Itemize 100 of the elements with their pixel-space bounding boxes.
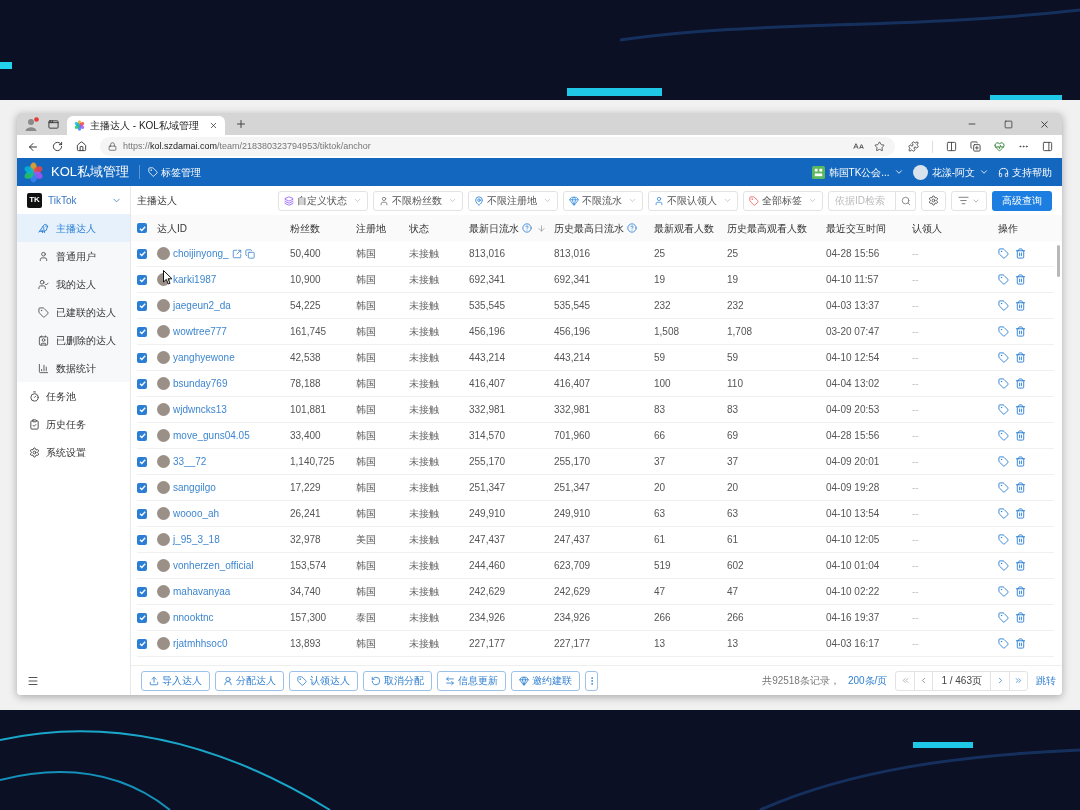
- sidebar-item[interactable]: 已建联的达人: [17, 298, 130, 326]
- close-icon[interactable]: [1038, 118, 1050, 130]
- page-size-selector[interactable]: 200条/页: [847, 673, 888, 688]
- username-link[interactable]: choijinyong_: [173, 246, 229, 261]
- checkbox[interactable]: [137, 300, 147, 311]
- sort-arrow-icon[interactable]: [537, 223, 546, 233]
- nav-link[interactable]: 标签管理: [148, 164, 201, 180]
- trash-icon[interactable]: [1015, 352, 1026, 363]
- profile-icon[interactable]: [25, 117, 39, 131]
- star-icon[interactable]: [874, 141, 885, 152]
- advanced-search-button[interactable]: 高级查询: [992, 190, 1052, 211]
- checkbox[interactable]: [137, 248, 147, 259]
- user-menu[interactable]: 花漾-阿文: [912, 164, 989, 180]
- checkbox[interactable]: [137, 534, 147, 545]
- action-button[interactable]: 认领达人: [289, 670, 358, 691]
- help-icon[interactable]: [627, 223, 637, 233]
- checkbox[interactable]: [137, 586, 147, 597]
- scrollbar-thumb[interactable]: [1056, 245, 1060, 277]
- heart-pulse-icon[interactable]: [994, 141, 1005, 152]
- checkbox[interactable]: [137, 352, 147, 363]
- refresh-icon[interactable]: [52, 141, 63, 152]
- tag-icon[interactable]: [998, 248, 1009, 259]
- maximize-icon[interactable]: [1003, 119, 1013, 129]
- trash-icon[interactable]: [1015, 430, 1026, 441]
- action-button[interactable]: 邀约建联: [511, 670, 580, 691]
- username-link[interactable]: yanghyewone: [173, 350, 235, 365]
- sidebar-item[interactable]: 我的达人: [17, 270, 130, 298]
- tag-icon[interactable]: [998, 560, 1009, 571]
- username-link[interactable]: woooo_ah: [173, 506, 220, 521]
- tag-icon[interactable]: [998, 534, 1009, 545]
- trash-icon[interactable]: [1015, 560, 1026, 571]
- sidebar-item[interactable]: 系统设置: [17, 438, 130, 466]
- username-link[interactable]: mahavanyaa: [173, 584, 231, 599]
- checkbox[interactable]: [137, 482, 147, 493]
- tag-icon[interactable]: [998, 456, 1009, 467]
- search-button[interactable]: [896, 190, 916, 211]
- trash-icon[interactable]: [1015, 300, 1026, 311]
- tag-icon[interactable]: [998, 586, 1009, 597]
- checkbox[interactable]: [137, 326, 147, 337]
- username-link[interactable]: wjdwncks13: [173, 402, 227, 417]
- checkbox[interactable]: [137, 404, 147, 415]
- copy-icon[interactable]: [244, 248, 255, 259]
- username-link[interactable]: wowtree777: [173, 324, 227, 339]
- action-button[interactable]: 导入达人: [141, 670, 210, 691]
- platform-selector[interactable]: TK TikTok: [17, 186, 130, 214]
- sidebar-item[interactable]: 任务池: [17, 382, 130, 410]
- tag-icon[interactable]: [998, 404, 1009, 415]
- sidebar-item[interactable]: 已删除的达人: [17, 326, 130, 354]
- action-button[interactable]: 取消分配: [363, 670, 432, 691]
- username-link[interactable]: vonherzen_official: [173, 558, 254, 573]
- sidebar-item[interactable]: 历史任务: [17, 410, 130, 438]
- tag-icon[interactable]: [998, 378, 1009, 389]
- tag-icon[interactable]: [998, 612, 1009, 623]
- checkbox[interactable]: [137, 223, 147, 233]
- external-link-icon[interactable]: [231, 248, 242, 259]
- sidebar-item[interactable]: 主播达人: [17, 214, 130, 242]
- split-view-icon[interactable]: [946, 141, 957, 152]
- username-link[interactable]: nnooktnc: [173, 610, 214, 625]
- checkbox[interactable]: [137, 508, 147, 519]
- trash-icon[interactable]: [1015, 482, 1026, 493]
- filter-dropdown[interactable]: 自定义状态: [278, 190, 368, 211]
- filter-dropdown[interactable]: 不限流水: [563, 190, 643, 211]
- tag-icon[interactable]: [998, 638, 1009, 649]
- username-link[interactable]: rjatmhhsoc0: [173, 636, 228, 651]
- tag-icon[interactable]: [998, 430, 1009, 441]
- tag-icon[interactable]: [998, 274, 1009, 285]
- filter-dropdown[interactable]: 不限粉丝数: [373, 190, 463, 211]
- text-size-icon[interactable]: [853, 141, 864, 152]
- sidebar-item[interactable]: 数据统计: [17, 354, 130, 382]
- tag-icon[interactable]: [998, 352, 1009, 363]
- menu-icon[interactable]: [27, 675, 39, 687]
- tag-icon[interactable]: [998, 326, 1009, 337]
- search-field[interactable]: 依据ID检索: [828, 190, 896, 211]
- trash-icon[interactable]: [1015, 638, 1026, 649]
- username-link[interactable]: sanggilgo: [173, 480, 216, 495]
- checkbox[interactable]: [137, 638, 147, 649]
- action-button[interactable]: 分配达人: [215, 670, 284, 691]
- checkbox[interactable]: [137, 430, 147, 441]
- username-link[interactable]: move_guns04.05: [173, 428, 250, 443]
- checkbox[interactable]: [137, 612, 147, 623]
- settings-button[interactable]: [921, 190, 946, 211]
- username-link[interactable]: j_95_3_18: [173, 532, 220, 547]
- checkbox[interactable]: [137, 456, 147, 467]
- tab-actions-icon[interactable]: [48, 118, 59, 130]
- username-link[interactable]: karki1987: [173, 272, 217, 287]
- trash-icon[interactable]: [1015, 612, 1026, 623]
- trash-icon[interactable]: [1015, 248, 1026, 259]
- collections-icon[interactable]: [970, 141, 981, 152]
- tag-icon[interactable]: [998, 482, 1009, 493]
- sidebar-toggle-icon[interactable]: [1042, 141, 1053, 152]
- checkbox[interactable]: [137, 560, 147, 571]
- browser-tab[interactable]: 主播达人 - KOL私域管理: [67, 116, 225, 135]
- address-field[interactable]: https://kol.szdamai.com/team/218380323794953/tiktok/anchor: [100, 137, 895, 156]
- more-button[interactable]: [585, 670, 598, 691]
- filter-dropdown[interactable]: 不限注册地: [468, 190, 558, 211]
- trash-icon[interactable]: [1015, 508, 1026, 519]
- username-link[interactable]: 33__72: [173, 454, 207, 469]
- sort-button[interactable]: [951, 190, 987, 211]
- puzzle-icon[interactable]: [908, 141, 919, 152]
- jump-link[interactable]: 跳转: [1036, 673, 1056, 688]
